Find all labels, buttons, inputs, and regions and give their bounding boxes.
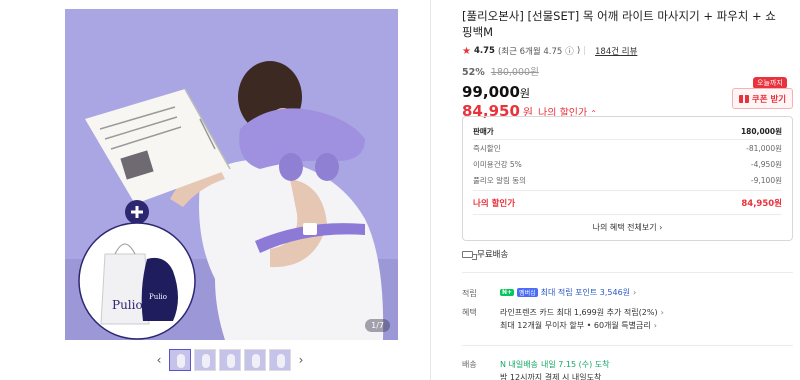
discount-row: 52% 180,000원 — [462, 64, 597, 78]
detail-row: 풀리오 알림 동의 -9,100원 — [473, 175, 782, 186]
detail-label: 즉시할인 — [473, 144, 501, 153]
rating-recent-close: ) — [576, 46, 581, 56]
product-photo: Pulio Pulio — [65, 9, 398, 340]
divider — [462, 272, 793, 273]
benefit-card-text: 라인프렌즈 카드 최대 1,699원 추가 적립(2%) — [500, 308, 658, 317]
review-count-link[interactable]: 184건 리뷰 — [595, 45, 637, 57]
detail-value: -4,950원 — [750, 160, 782, 169]
thumbnail[interactable] — [244, 349, 266, 371]
truck-icon — [462, 250, 477, 260]
price-block: 52% 180,000원 99,000원 84,950 원 나의 할인가 ⌃ — [462, 64, 597, 120]
detail-label: 나의 할인가 — [473, 199, 516, 209]
product-info-panel: [풀리오본사] [선물SET] 목 어깨 라이트 마사지기 + 파우치 + 쇼핑… — [430, 0, 800, 380]
coupon-button-label: 쿠폰 받기 — [751, 94, 787, 105]
detail-row: 판매가 180,000원 — [473, 126, 782, 137]
tomorrow-delivery-badge: N 내일배송 — [500, 360, 538, 369]
detail-value: 84,950원 — [741, 199, 782, 209]
view-all-label: 나의 혜택 전체보기 — [592, 223, 657, 232]
svg-text:Pulio: Pulio — [149, 293, 167, 301]
sale-price: 99,000 — [462, 83, 520, 101]
thumbnail[interactable] — [219, 349, 241, 371]
points-text: 최대 적립 포인트 3,546원 — [540, 288, 631, 297]
points-label: 적립 — [462, 289, 477, 298]
coupon-download-button[interactable]: 쿠폰 받기 — [732, 88, 793, 109]
price-detail-box: 판매가 180,000원 즉시할인 -81,000원 이미용건강 5% -4,9… — [462, 116, 793, 241]
detail-row: 이미용건강 5% -4,950원 — [473, 159, 782, 170]
detail-label: 풀리오 알림 동의 — [473, 176, 527, 185]
chevron-right-icon: › — [633, 288, 637, 297]
chevron-right-icon: › — [653, 321, 657, 330]
rating-score: 4.75 — [473, 46, 495, 56]
chevron-right-icon: › — [659, 223, 663, 232]
divider — [462, 345, 793, 346]
coupon-icon — [738, 94, 749, 103]
image-page-counter: 1/7 — [365, 319, 390, 332]
chevron-left-icon[interactable]: ‹ — [152, 349, 166, 371]
rating-row: ★ 4.75 (최근 6개월 4.75 ⓘ) | 184건 리뷰 — [462, 45, 637, 58]
info-icon[interactable]: ⓘ — [565, 45, 574, 57]
divider — [473, 214, 782, 215]
view-all-benefits-link[interactable]: 나의 혜택 전체보기 › — [463, 222, 792, 233]
detail-value: -81,000원 — [746, 144, 782, 153]
thumbnail[interactable] — [169, 349, 191, 371]
product-main-image[interactable]: Pulio Pulio 1/7 — [65, 9, 398, 340]
detail-value: -9,100원 — [750, 176, 782, 185]
my-price-detail-row: 나의 할인가 84,950원 — [473, 197, 782, 209]
naver-plus-badge: N+ — [500, 289, 515, 296]
delivery-sub-text: 밤 12시까지 결제 시 내일도착 — [500, 373, 602, 380]
free-shipping-row: 무료배송 — [462, 248, 508, 260]
membership-badge: 멤버십 — [517, 288, 538, 297]
chevron-right-icon[interactable]: › — [294, 349, 308, 371]
sale-price-unit: 원 — [519, 87, 531, 100]
delivery-label: 배송 — [462, 360, 477, 369]
detail-value: 180,000원 — [740, 127, 782, 136]
free-shipping-label: 무료배송 — [477, 250, 509, 260]
detail-label: 판매가 — [473, 127, 494, 136]
sale-price-row: 99,000원 — [462, 82, 597, 101]
benefit-installment-row[interactable]: 최대 12개월 무이자 할부 • 60개월 특별금리 › — [500, 320, 657, 331]
chevron-right-icon: › — [660, 308, 664, 317]
product-gallery: Pulio Pulio 1/7 ‹ › — [0, 0, 430, 380]
svg-text:Pulio: Pulio — [112, 298, 143, 312]
star-icon: ★ — [462, 45, 471, 57]
detail-label: 이미용건강 5% — [473, 160, 522, 169]
delivery-date: 내일 7.15 (수) 도착 — [540, 360, 610, 369]
divider — [473, 139, 782, 140]
benefit-card-row[interactable]: 라인프렌즈 카드 최대 1,699원 추가 적립(2%) › — [500, 307, 664, 318]
benefit-installment-text: 최대 12개월 무이자 할부 • 60개월 특별금리 — [500, 321, 651, 330]
thumbnail[interactable] — [269, 349, 291, 371]
points-row[interactable]: N+ 멤버십 최대 적립 포인트 3,546원 › — [500, 287, 636, 298]
divider — [473, 190, 782, 191]
original-price: 180,000원 — [490, 67, 539, 78]
thumbnail[interactable] — [194, 349, 216, 371]
discount-rate: 52% — [462, 67, 485, 78]
divider: | — [583, 46, 587, 56]
delivery-sub-row: 밤 12시까지 결제 시 내일도착 — [500, 372, 601, 380]
product-title: [풀리오본사] [선물SET] 목 어깨 라이트 마사지기 + 파우치 + 쇼핑… — [462, 9, 776, 39]
benefits-label: 혜택 — [462, 308, 477, 317]
detail-row: 즉시할인 -81,000원 — [473, 143, 782, 154]
thumbnail-strip: ‹ › — [152, 349, 308, 371]
delivery-row: N 내일배송 내일 7.15 (수) 도착 — [500, 359, 609, 370]
rating-recent: (최근 6개월 4.75 — [497, 47, 563, 57]
